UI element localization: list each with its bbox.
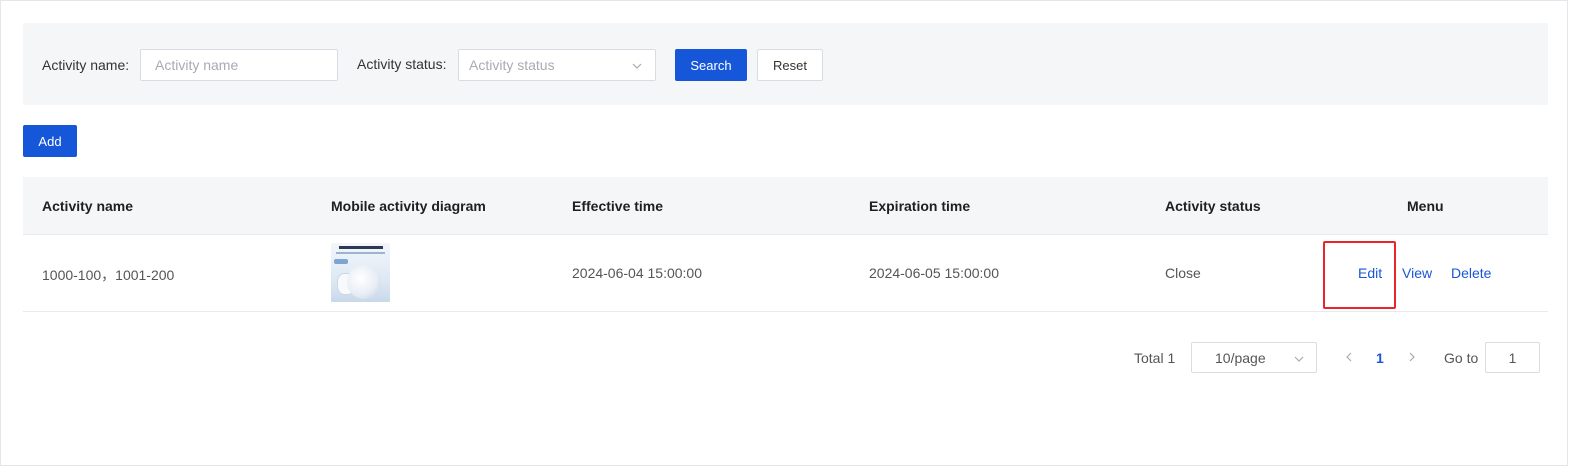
chevron-left-icon[interactable]: [1343, 351, 1355, 363]
current-page-number[interactable]: 1: [1376, 350, 1384, 366]
header-activity-status: Activity status: [1165, 198, 1261, 214]
cell-effective-time: 2024-06-04 15:00:00: [572, 265, 702, 281]
cell-activity-name: 1000-100，1001-200: [42, 267, 175, 283]
reset-button[interactable]: Reset: [757, 49, 823, 81]
activity-status-select[interactable]: Activity status: [458, 49, 656, 81]
chevron-right-icon[interactable]: [1406, 351, 1418, 363]
activity-name-label: Activity name:: [42, 57, 130, 73]
activity-name-input[interactable]: [140, 49, 338, 81]
headphone-image: [347, 265, 381, 299]
header-menu: Menu: [1407, 198, 1444, 214]
mobile-diagram-thumbnail[interactable]: [331, 243, 390, 302]
activity-status-label: Activity status:: [357, 56, 447, 72]
activity-table: Activity name Mobile activity diagram Ef…: [23, 177, 1548, 312]
goto-page-input[interactable]: [1485, 342, 1540, 373]
filter-bar: Activity name: Activity status: Activity…: [23, 23, 1548, 105]
header-activity-name: Activity name: [42, 198, 134, 214]
table-row: 1000-100，1001-200 2024-06-04 15:00:00 20…: [23, 235, 1548, 312]
cell-status: Close: [1165, 265, 1201, 281]
chevron-down-icon: [1294, 356, 1304, 362]
edit-highlight-box: [1323, 241, 1396, 309]
page-size-value: 10/page: [1215, 350, 1266, 366]
search-button[interactable]: Search: [675, 49, 747, 81]
header-mobile-diagram: Mobile activity diagram: [331, 198, 486, 214]
header-effective-time: Effective time: [572, 198, 664, 214]
add-button[interactable]: Add: [23, 125, 77, 157]
activity-status-placeholder: Activity status: [469, 57, 555, 73]
goto-label: Go to: [1444, 350, 1479, 366]
pagination-total: Total 1: [1134, 350, 1176, 366]
header-expiration-time: Expiration time: [869, 198, 971, 214]
delete-link[interactable]: Delete: [1451, 265, 1491, 281]
page-size-select[interactable]: 10/page: [1191, 342, 1317, 373]
cell-expiration-time: 2024-06-05 15:00:00: [869, 265, 999, 281]
table-header: Activity name Mobile activity diagram Ef…: [23, 177, 1548, 235]
chevron-down-icon: [632, 63, 642, 69]
view-link[interactable]: View: [1402, 265, 1432, 281]
page-container: Activity name: Activity status: Activity…: [0, 0, 1568, 466]
